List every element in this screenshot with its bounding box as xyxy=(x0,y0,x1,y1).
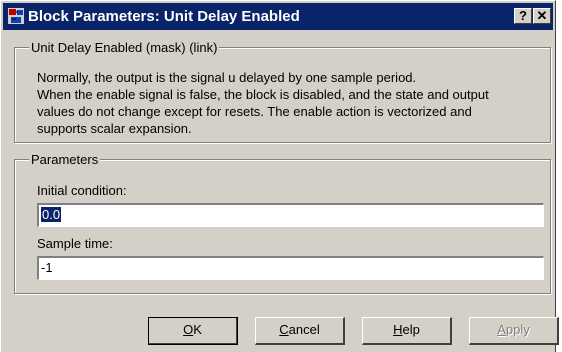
help-accel: H xyxy=(393,322,403,337)
initial-condition-label: Initial condition: xyxy=(37,183,127,198)
apply-accel: A xyxy=(497,322,506,337)
sample-time-value: -1 xyxy=(41,260,53,275)
cancel-button[interactable]: Cancel xyxy=(255,317,345,345)
apply-button[interactable]: Apply xyxy=(469,317,559,345)
description-line: Normally, the output is the signal u del… xyxy=(37,70,417,85)
initial-condition-field[interactable]: 0.0 xyxy=(37,203,544,227)
description-line: When the enable signal is false, the blo… xyxy=(37,87,489,102)
description-line: supports scalar expansion. xyxy=(37,121,192,136)
simulink-block-icon xyxy=(8,8,24,24)
window-title: Block Parameters: Unit Delay Enabled xyxy=(28,8,300,25)
description-line: values do not change except for resets. … xyxy=(37,104,472,119)
description-text: Normally, the output is the signal u del… xyxy=(37,69,547,137)
close-title-button[interactable]: ✕ xyxy=(533,8,551,24)
sample-time-field[interactable]: -1 xyxy=(37,256,544,280)
title-bar[interactable]: Block Parameters: Unit Delay Enabled ? ✕ xyxy=(3,3,553,30)
help-title-button[interactable]: ? xyxy=(514,8,532,24)
sample-time-label: Sample time: xyxy=(37,236,113,251)
ok-label: K xyxy=(193,322,202,337)
parameters-group-legend: Parameters xyxy=(29,152,101,167)
cancel-accel: C xyxy=(279,322,289,337)
initial-condition-value: 0.0 xyxy=(41,207,62,222)
cancel-label: ancel xyxy=(288,322,320,337)
help-button[interactable]: Help xyxy=(362,317,452,345)
block-parameters-dialog: Block Parameters: Unit Delay Enabled ? ✕… xyxy=(0,0,559,352)
apply-label: pply xyxy=(505,322,530,337)
ok-accel: O xyxy=(183,322,194,337)
description-group-legend: Unit Delay Enabled (mask) (link) xyxy=(29,40,220,55)
help-label: elp xyxy=(402,322,420,337)
ok-button[interactable]: OK xyxy=(148,317,238,345)
